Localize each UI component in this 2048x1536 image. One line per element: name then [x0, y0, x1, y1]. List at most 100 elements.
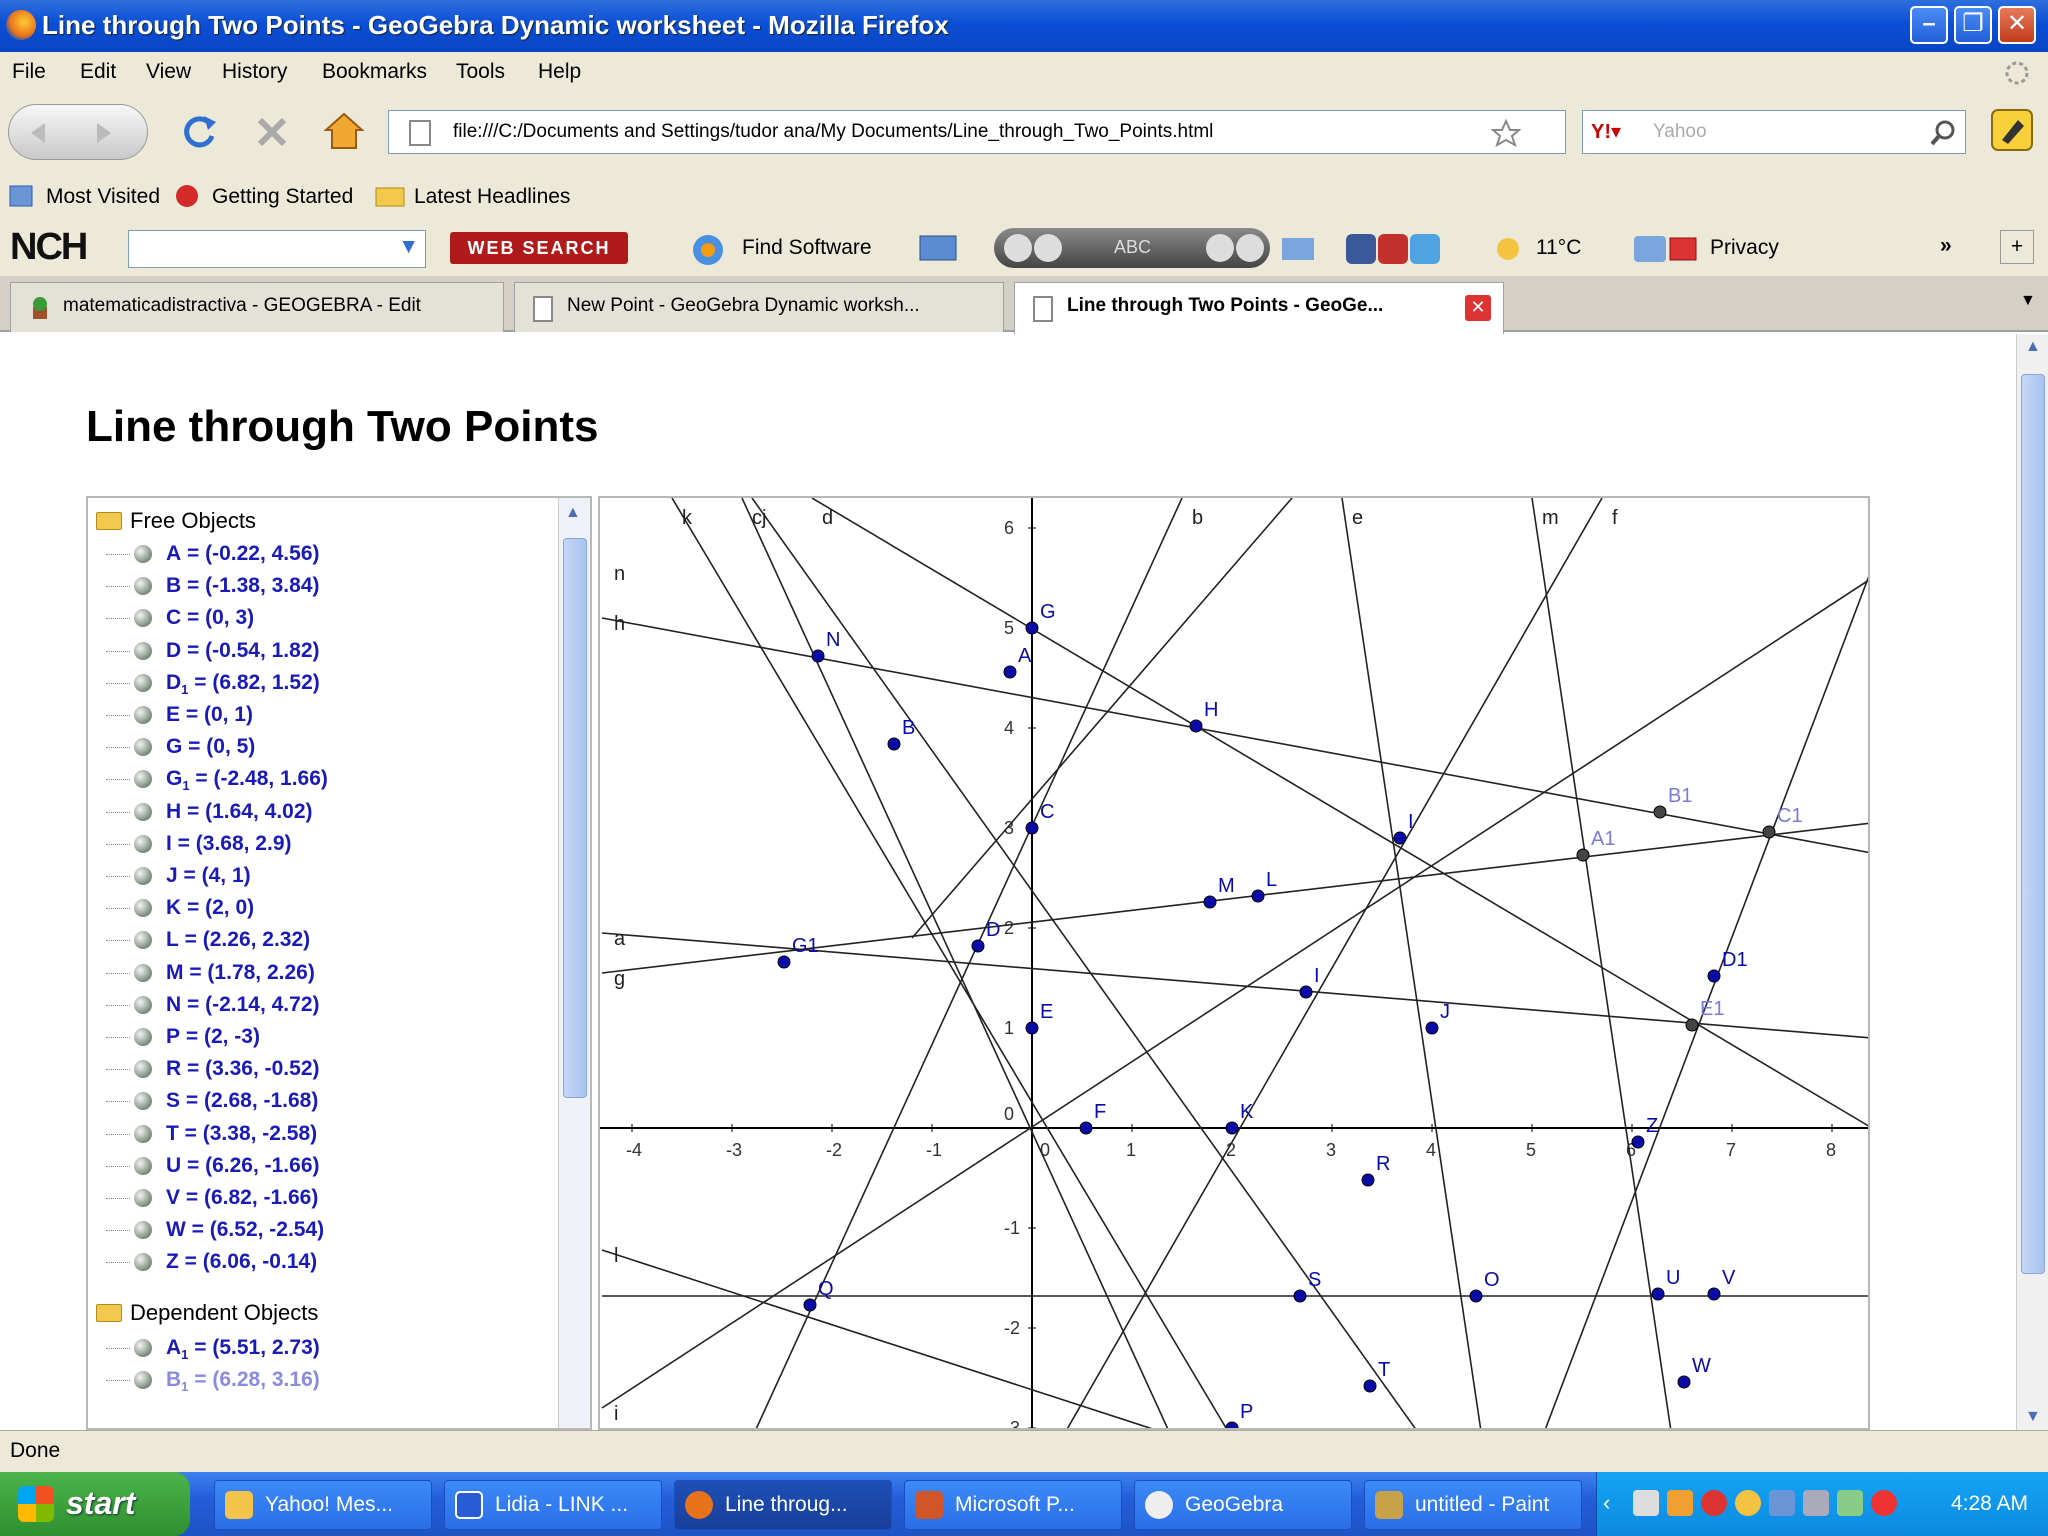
algebra-object-row[interactable]: G1 = (-2.48, 1.66)	[106, 767, 328, 794]
task-geogebra[interactable]: GeoGebra	[1134, 1480, 1352, 1530]
visibility-toggle-icon[interactable]	[134, 1156, 152, 1175]
scroll-down-icon[interactable]: ▼	[2025, 1408, 2041, 1426]
visibility-toggle-icon[interactable]	[134, 1028, 152, 1046]
web-search-button[interactable]: WEB SEARCH	[450, 232, 628, 264]
highlighter-icon[interactable]	[1988, 106, 2036, 154]
algebra-object-row[interactable]: A1 = (5.51, 2.73)	[106, 1336, 320, 1362]
visibility-toggle-icon[interactable]	[134, 1124, 152, 1143]
menu-tools[interactable]: Tools	[456, 60, 505, 84]
bookmark-most-visited[interactable]: Most Visited	[46, 185, 160, 209]
stop-icon[interactable]	[252, 112, 292, 152]
visibility-toggle-icon[interactable]	[134, 899, 152, 918]
algebra-object-row[interactable]: D1 = (6.82, 1.52)	[106, 671, 320, 697]
add-toolbar-icon[interactable]: +	[2000, 230, 2034, 264]
tab-matematicadistractiva[interactable]: matematicadistractiva - GEOGEBRA - Edit	[10, 282, 504, 332]
visibility-toggle-icon[interactable]	[134, 802, 152, 821]
visibility-toggle-icon[interactable]	[134, 545, 152, 563]
visibility-toggle-icon[interactable]	[134, 641, 152, 660]
graphics-view[interactable]: -4 -3 -2 -1 0 1 2 3 4 5 6 7 8 6 5 4 3 2 1 -1 -2 -3 0 a g h l i k c j d b…	[598, 496, 1870, 1430]
page-scroll-thumb[interactable]	[2021, 374, 2045, 1274]
visibility-toggle-icon[interactable]	[134, 1221, 152, 1240]
graphics-canvas[interactable]: -4 -3 -2 -1 0 1 2 3 4 5 6 7 8654321-1-2-30aghlik c j d b…	[600, 498, 1868, 1428]
task-firefox[interactable]: Line throug...	[674, 1480, 892, 1530]
page-scrollbar[interactable]: ▲ ▼	[2016, 334, 2048, 1430]
scroll-up-icon[interactable]: ▲	[2025, 338, 2041, 356]
nch-search-input[interactable]: ▼	[128, 230, 426, 268]
algebra-object-row[interactable]: A = (-0.22, 4.56)	[106, 542, 320, 568]
visibility-toggle-icon[interactable]	[134, 673, 152, 692]
visibility-toggle-icon[interactable]	[134, 770, 152, 789]
forward-arrow-icon[interactable]	[89, 119, 117, 147]
algebra-object-row[interactable]: H = (1.64, 4.02)	[106, 800, 313, 826]
back-arrow-icon[interactable]	[25, 119, 53, 147]
visibility-toggle-icon[interactable]	[134, 1060, 152, 1079]
free-objects-folder[interactable]: Free Objects	[96, 508, 256, 534]
algebra-object-row[interactable]: W = (6.52, -2.54)	[106, 1218, 324, 1244]
visibility-toggle-icon[interactable]	[134, 963, 152, 982]
visibility-toggle-icon[interactable]	[134, 1371, 152, 1390]
menu-help[interactable]: Help	[538, 60, 581, 84]
start-button[interactable]: start	[0, 1472, 190, 1536]
previous-icon[interactable]	[1004, 234, 1032, 262]
algebra-object-row[interactable]: N = (-2.14, 4.72)	[106, 993, 320, 1019]
menu-edit[interactable]: Edit	[80, 60, 116, 84]
tab-line-through-two-points[interactable]: Line through Two Points - GeoGe... ✕	[1014, 282, 1504, 334]
reload-icon[interactable]	[180, 112, 220, 152]
yahoo-engine-icon[interactable]: Y!▾	[1591, 111, 1621, 153]
play-icon[interactable]	[1034, 234, 1062, 262]
algebra-scrollbar[interactable]: ▲	[558, 498, 590, 1428]
monitor-icon[interactable]	[918, 232, 964, 268]
tab-close-icon[interactable]: ✕	[1465, 295, 1491, 321]
menu-bookmarks[interactable]: Bookmarks	[322, 60, 427, 84]
task-microsoft-powerpoint[interactable]: Microsoft P...	[904, 1480, 1122, 1530]
minimize-button[interactable]: –	[1910, 6, 1948, 44]
tab-new-point[interactable]: New Point - GeoGebra Dynamic worksh...	[514, 282, 1004, 332]
home-icon[interactable]	[322, 110, 366, 154]
menu-history[interactable]: History	[222, 60, 287, 84]
algebra-scroll-thumb[interactable]	[563, 538, 587, 1098]
find-software-button[interactable]: Find Software	[742, 236, 872, 260]
algebra-object-row[interactable]: D = (-0.54, 1.82)	[106, 639, 320, 665]
algebra-object-row[interactable]: T = (3.38, -2.58)	[106, 1122, 317, 1148]
algebra-object-row[interactable]: V = (6.82, -1.66)	[106, 1186, 318, 1212]
algebra-object-row[interactable]: P = (2, -3)	[106, 1025, 260, 1051]
algebra-object-row[interactable]: B = (-1.38, 3.84)	[106, 574, 320, 600]
menu-file[interactable]: File	[12, 60, 46, 84]
algebra-object-row[interactable]: J = (4, 1)	[106, 864, 251, 890]
scroll-up-icon[interactable]: ▲	[565, 504, 581, 522]
social-icons[interactable]	[1344, 232, 1472, 266]
tab-list-chevron-icon[interactable]: ▼	[2020, 292, 2036, 310]
algebra-object-row[interactable]: E = (0, 1)	[106, 703, 253, 729]
task-paint[interactable]: untitled - Paint	[1364, 1480, 1582, 1530]
algebra-object-row[interactable]: S = (2.68, -1.68)	[106, 1089, 318, 1115]
visibility-toggle-icon[interactable]	[134, 738, 152, 757]
next-icon[interactable]	[1206, 234, 1234, 262]
algebra-object-row[interactable]: L = (2.26, 2.32)	[106, 928, 310, 954]
visibility-toggle-icon[interactable]	[134, 931, 152, 950]
visibility-toggle-icon[interactable]	[134, 577, 152, 596]
maximize-button[interactable]: ❐	[1954, 6, 1992, 44]
algebra-object-row[interactable]: G = (0, 5)	[106, 735, 255, 761]
visibility-toggle-icon[interactable]	[134, 706, 152, 724]
visibility-toggle-icon[interactable]	[134, 609, 152, 628]
bookmark-latest-headlines[interactable]: Latest Headlines	[414, 185, 570, 209]
search-input[interactable]: Y!▾ Yahoo	[1582, 110, 1966, 154]
bookmark-getting-started[interactable]: Getting Started	[212, 185, 353, 209]
overflow-chevron-icon[interactable]: »	[1940, 234, 1952, 258]
algebra-object-row[interactable]: M = (1.78, 2.26)	[106, 961, 315, 987]
visibility-toggle-icon[interactable]	[134, 1253, 152, 1272]
email-icon[interactable]	[1280, 232, 1320, 266]
visibility-toggle-icon[interactable]	[134, 995, 152, 1014]
bookmark-star-icon[interactable]	[1491, 119, 1521, 147]
media-player-bar[interactable]: ABC	[994, 228, 1270, 268]
task-yahoo-messenger[interactable]: Yahoo! Mes...	[214, 1480, 432, 1530]
algebra-object-row[interactable]: K = (2, 0)	[106, 896, 254, 922]
menu-view[interactable]: View	[146, 60, 191, 84]
search-icon[interactable]	[1929, 119, 1957, 147]
algebra-object-row[interactable]: C = (0, 3)	[106, 606, 254, 632]
visibility-toggle-icon[interactable]	[134, 1092, 152, 1111]
visibility-toggle-icon[interactable]	[134, 1339, 152, 1357]
visibility-toggle-icon[interactable]	[134, 1189, 152, 1207]
chevron-down-icon[interactable]: ▼	[398, 235, 419, 259]
algebra-object-row[interactable]: U = (6.26, -1.66)	[106, 1154, 320, 1180]
